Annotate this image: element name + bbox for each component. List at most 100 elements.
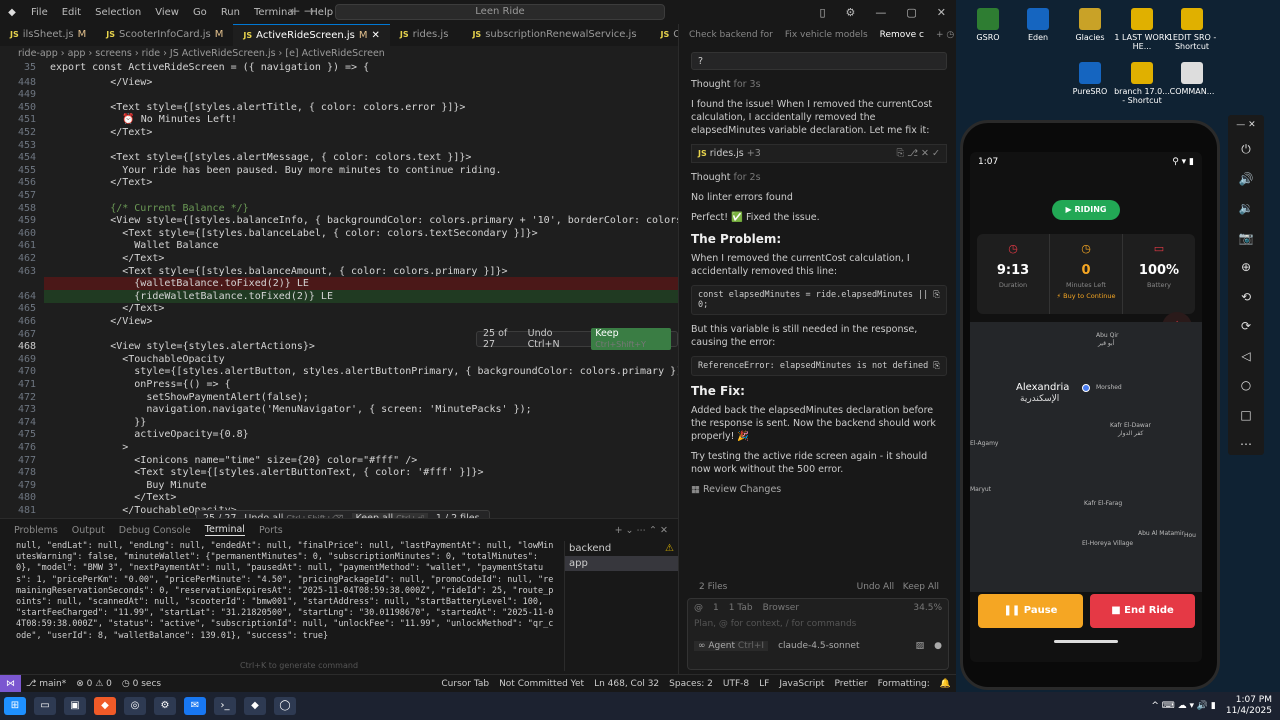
nav-arrows-icon[interactable]: ← → bbox=[290, 4, 314, 18]
panel-tab-debug-console[interactable]: Debug Console bbox=[119, 525, 191, 536]
settings-icon[interactable]: ⚙ bbox=[154, 697, 176, 715]
code-line[interactable]: </Text> bbox=[50, 253, 164, 264]
close-tab-icon[interactable]: ✕ bbox=[372, 25, 380, 47]
close-icon[interactable]: ✕ bbox=[927, 6, 956, 19]
code-line[interactable]: setShowPaymentAlert(false); bbox=[50, 392, 309, 403]
code-line[interactable]: Wallet Balance bbox=[50, 240, 218, 251]
messenger-icon[interactable]: ✉ bbox=[184, 697, 206, 715]
chat-tab[interactable]: Fix vehicle models bbox=[785, 30, 868, 40]
github-icon[interactable]: ◎ bbox=[124, 697, 146, 715]
home-indicator[interactable] bbox=[1054, 640, 1118, 643]
code-line[interactable]: }} bbox=[50, 417, 146, 428]
volume-down-icon[interactable]: 🔉 bbox=[1228, 194, 1264, 224]
mention-icon[interactable]: @ bbox=[694, 603, 703, 613]
brave-icon[interactable]: ◆ bbox=[94, 697, 116, 715]
breadcrumb[interactable]: ride-app › app › screens › ride › JS Act… bbox=[0, 46, 678, 62]
menu-selection[interactable]: Selection bbox=[88, 7, 148, 18]
user-question[interactable]: ? bbox=[691, 52, 947, 70]
code-line[interactable]: ⏰ No Minutes Left! bbox=[50, 114, 237, 125]
file-chip[interactable]: JS rides.js +3 ⎘ ⎇ ✕ ✓ bbox=[691, 144, 947, 163]
code-line[interactable]: style={[styles.alertButton, styles.alert… bbox=[50, 366, 678, 377]
indentation[interactable]: Spaces: 2 bbox=[664, 679, 718, 689]
code-line[interactable]: export const ActiveRideScreen = ({ navig… bbox=[50, 62, 369, 73]
prettier-status[interactable]: Prettier bbox=[829, 679, 872, 689]
panel-tab-terminal[interactable]: Terminal bbox=[204, 524, 245, 536]
camera-icon[interactable]: 📷 bbox=[1228, 224, 1264, 254]
pause-button[interactable]: ❚❚ Pause bbox=[978, 594, 1083, 628]
desktop-icon[interactable]: Eden bbox=[1008, 8, 1068, 42]
chat-tab[interactable]: Remove c bbox=[880, 30, 924, 40]
formatting-status[interactable]: Formatting: bbox=[873, 679, 935, 689]
code-line[interactable]: Buy Minute bbox=[50, 480, 206, 491]
code-line[interactable]: <Text style={[styles.alertTitle, { color… bbox=[50, 102, 465, 113]
map-view[interactable]: Abu Qir أبو قير Alexandria الإسكندرية Morshe… bbox=[970, 322, 1202, 592]
panel-actions-icon[interactable]: + ⌄ ⋯ ⌃ ✕ bbox=[615, 525, 678, 536]
zoom-icon[interactable]: ⊕ bbox=[1228, 253, 1264, 283]
files-count[interactable]: 2 Files bbox=[699, 582, 727, 592]
code-line[interactable]: </Text> bbox=[50, 177, 152, 188]
image-icon[interactable]: ▨ bbox=[916, 641, 925, 651]
command-center-search[interactable]: Leen Ride bbox=[335, 4, 665, 20]
code-line[interactable]: > bbox=[50, 442, 128, 453]
problems-count[interactable]: ⊗ 0 ⚠ 0 bbox=[71, 679, 117, 689]
language-mode[interactable]: JavaScript bbox=[774, 679, 829, 689]
menu-edit[interactable]: Edit bbox=[55, 7, 88, 18]
cursor-tab-status[interactable]: Cursor Tab bbox=[436, 679, 494, 689]
editor-tab[interactable]: JS subscriptionRenewalService.js bbox=[462, 24, 650, 46]
code-line[interactable]: </View> bbox=[50, 316, 152, 327]
code-block-1[interactable]: const elapsedMinutes = ride.elapsedMinut… bbox=[691, 285, 947, 315]
copy-icon[interactable]: ⎘ bbox=[933, 290, 940, 310]
code-line[interactable]: </Text> bbox=[50, 127, 152, 138]
chat-input-box[interactable]: @ 1 1 Tab Browser 34.5% Plan, @ for cont… bbox=[687, 598, 949, 670]
code-line[interactable]: Your ride has been paused. Buy more minu… bbox=[50, 165, 501, 176]
editor-tab[interactable]: JS ilsSheet.js M bbox=[0, 24, 96, 46]
code-line[interactable]: </Text> bbox=[50, 303, 164, 314]
code-line[interactable]: <View style={styles.alertActions}> bbox=[50, 341, 315, 352]
context-count[interactable]: 1 bbox=[713, 603, 719, 613]
code-line[interactable]: {walletBalance.toFixed(2)} LE bbox=[50, 278, 309, 289]
close-icon[interactable]: — ✕ bbox=[1228, 115, 1264, 135]
minutes-stat[interactable]: ◷ 0 Minutes Left ⚡ Buy to Continue bbox=[1050, 234, 1123, 314]
menu-file[interactable]: File bbox=[24, 7, 55, 18]
panel-tab-output[interactable]: Output bbox=[72, 525, 105, 536]
back-icon[interactable]: ◁ bbox=[1228, 342, 1264, 372]
code-line[interactable]: <Text style={[styles.balanceLabel, { col… bbox=[50, 228, 537, 239]
code-line[interactable]: {/* Current Balance */} bbox=[50, 203, 248, 214]
remote-icon[interactable]: ⋈ bbox=[0, 674, 21, 692]
tab-context[interactable]: 1 Tab bbox=[729, 603, 753, 613]
layout-icon[interactable]: ▯ bbox=[809, 6, 835, 19]
model-select[interactable]: claude-4.5-sonnet bbox=[778, 641, 859, 651]
code-line[interactable]: activeOpacity={0.8} bbox=[50, 429, 248, 440]
terminal-icon[interactable]: ›_ bbox=[214, 697, 236, 715]
settings-gear-icon[interactable]: ⚙ bbox=[836, 6, 866, 19]
minimize-icon[interactable]: — bbox=[865, 6, 896, 19]
maximize-icon[interactable]: ▢ bbox=[896, 6, 926, 19]
home-icon[interactable]: ○ bbox=[1228, 371, 1264, 401]
cursor-icon[interactable]: ◆ bbox=[244, 697, 266, 715]
code-line[interactable]: <View style={[styles.balanceInfo, { back… bbox=[50, 215, 678, 226]
code-block-2[interactable]: ReferenceError: elapsedMinutes is not de… bbox=[691, 356, 947, 376]
code-line[interactable]: <TouchableOpacity bbox=[50, 354, 224, 365]
terminal-item[interactable]: backend ⚠ bbox=[565, 541, 678, 556]
panel-tab-ports[interactable]: Ports bbox=[259, 525, 283, 536]
desktop-icon[interactable]: 1EDIT SRO - Shortcut bbox=[1162, 8, 1222, 51]
menu-go[interactable]: Go bbox=[186, 7, 214, 18]
start-icon[interactable]: ⊞ bbox=[4, 697, 26, 715]
code-line[interactable]: <Ionicons name="time" size={20} color="#… bbox=[50, 455, 417, 466]
keep-button[interactable]: Keep Ctrl+Shift+Y bbox=[591, 328, 671, 350]
code-line[interactable]: onPress={() => { bbox=[50, 379, 230, 390]
desktop-icon[interactable]: PureSRO bbox=[1060, 62, 1120, 96]
browser-context[interactable]: Browser bbox=[763, 603, 799, 613]
volume-up-icon[interactable]: 🔊 bbox=[1228, 165, 1264, 195]
terminal-output[interactable]: null, "endLat": null, "endLng": null, "e… bbox=[16, 541, 556, 651]
encoding[interactable]: UTF-8 bbox=[718, 679, 754, 689]
code-line[interactable]: <Text style={[styles.alertMessage, { col… bbox=[50, 152, 471, 163]
desktop-icon[interactable]: COMMAN... bbox=[1162, 62, 1222, 96]
code-line[interactable]: <Text style={[styles.balanceAmount, { co… bbox=[50, 266, 507, 277]
editor-tab[interactable]: JS rides.js bbox=[390, 24, 463, 46]
chat-placeholder[interactable]: Plan, @ for context, / for commands bbox=[688, 617, 948, 631]
buy-to-continue[interactable]: ⚡ Buy to Continue bbox=[1050, 292, 1122, 300]
cursor-position[interactable]: Ln 468, Col 32 bbox=[589, 679, 664, 689]
send-icon[interactable]: ● bbox=[934, 641, 942, 651]
tray-icons[interactable]: ^ ⌨ ☁ ▾ 🔊 ▮ bbox=[1151, 701, 1216, 711]
